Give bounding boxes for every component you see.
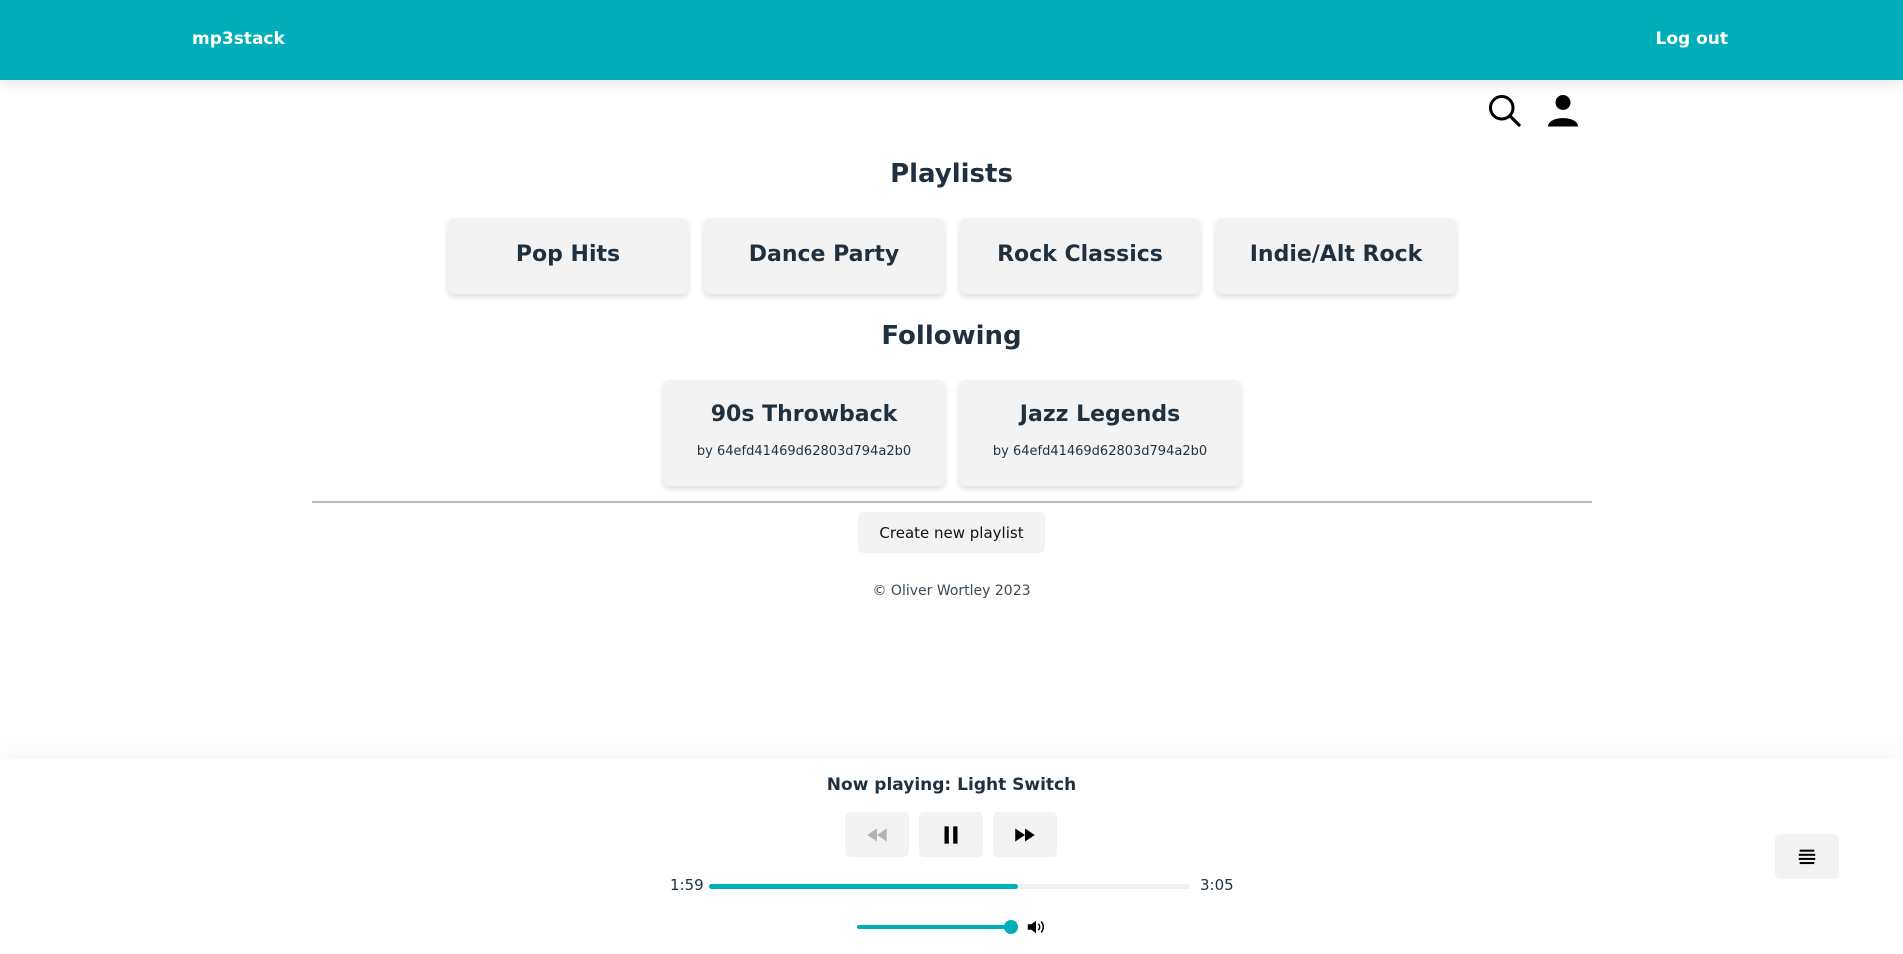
fast-forward-icon: [1015, 828, 1035, 841]
search-button[interactable]: [1486, 92, 1522, 128]
brand-logo[interactable]: mp3stack: [192, 29, 285, 49]
fast-forward-button[interactable]: [993, 812, 1057, 857]
playlist-name: Rock Classics: [997, 242, 1163, 267]
top-navbar: mp3stack Log out: [0, 0, 1903, 80]
now-playing-label: Now playing: Light Switch: [826, 775, 1077, 795]
queue-button[interactable]: [1775, 834, 1839, 879]
playlists-heading: Playlists: [890, 159, 1013, 189]
playlist-card-rock-classics[interactable]: Rock Classics: [960, 218, 1200, 294]
playlist-name: Dance Party: [748, 242, 900, 267]
following-heading: Following: [881, 321, 1022, 351]
playlist-owner: by 64efd41469d62803d794a2b0: [992, 444, 1208, 459]
playlist-name: Indie/Alt Rock: [1249, 242, 1423, 267]
playlist-card-pop-hits[interactable]: Pop Hits: [448, 218, 688, 294]
playlist-name: Jazz Legends: [1019, 402, 1181, 427]
following-card-jazz-legends[interactable]: Jazz Legends by 64efd41469d62803d794a2b0: [959, 380, 1241, 486]
elapsed-time: 1:59: [670, 876, 704, 894]
duration-time: 3:05: [1200, 876, 1234, 894]
playlist-card-dance-party[interactable]: Dance Party: [704, 218, 944, 294]
logout-button[interactable]: Log out: [1655, 29, 1728, 49]
user-icon: [1548, 95, 1578, 127]
pause-button[interactable]: [919, 812, 983, 857]
volume-icon: [1027, 920, 1045, 934]
progress-fill: [709, 884, 1019, 889]
playlist-name: 90s Throwback: [710, 402, 898, 427]
rewind-button[interactable]: [845, 812, 909, 857]
queue-list-icon: [1798, 849, 1816, 864]
volume-slider[interactable]: [857, 925, 1011, 929]
rewind-icon: [867, 828, 887, 841]
playlist-name: Pop Hits: [515, 242, 621, 267]
playlist-card-indie-alt-rock[interactable]: Indie/Alt Rock: [1216, 218, 1456, 294]
player-bar: Now playing: Light Switch 1:59 3:05: [0, 759, 1903, 954]
progress-bar[interactable]: [709, 884, 1190, 889]
divider: [312, 501, 1592, 503]
copyright: © Oliver Wortley 2023: [872, 583, 1031, 599]
create-playlist-button[interactable]: Create new playlist: [858, 512, 1045, 553]
following-card-90s-throwback[interactable]: 90s Throwback by 64efd41469d62803d794a2b…: [663, 380, 945, 486]
profile-button[interactable]: [1545, 92, 1581, 128]
pause-icon: [944, 825, 958, 844]
playlist-owner: by 64efd41469d62803d794a2b0: [696, 444, 912, 459]
volume-slider-handle[interactable]: [1004, 920, 1018, 934]
volume-button[interactable]: [1025, 916, 1047, 938]
search-icon: [1489, 95, 1521, 127]
